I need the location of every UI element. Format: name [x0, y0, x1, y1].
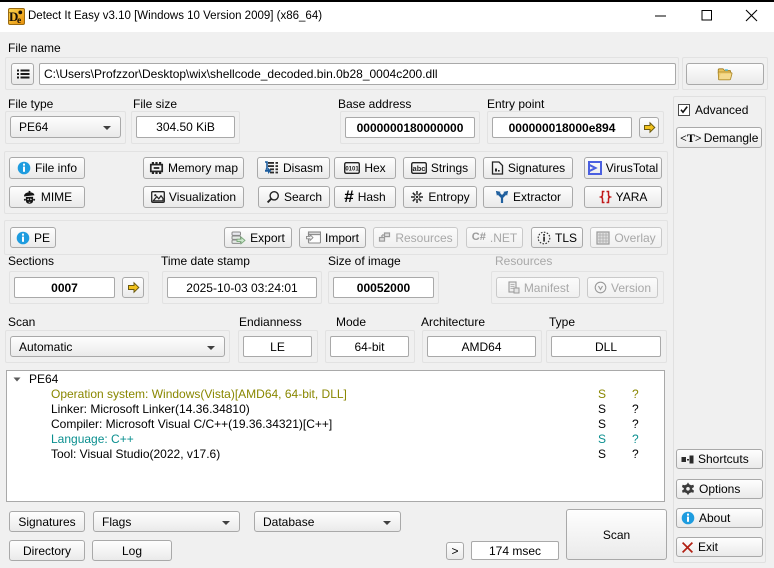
svg-text:e: e [17, 16, 21, 24]
svg-text:0101: 0101 [346, 166, 360, 172]
svg-text:abc: abc [412, 164, 425, 173]
